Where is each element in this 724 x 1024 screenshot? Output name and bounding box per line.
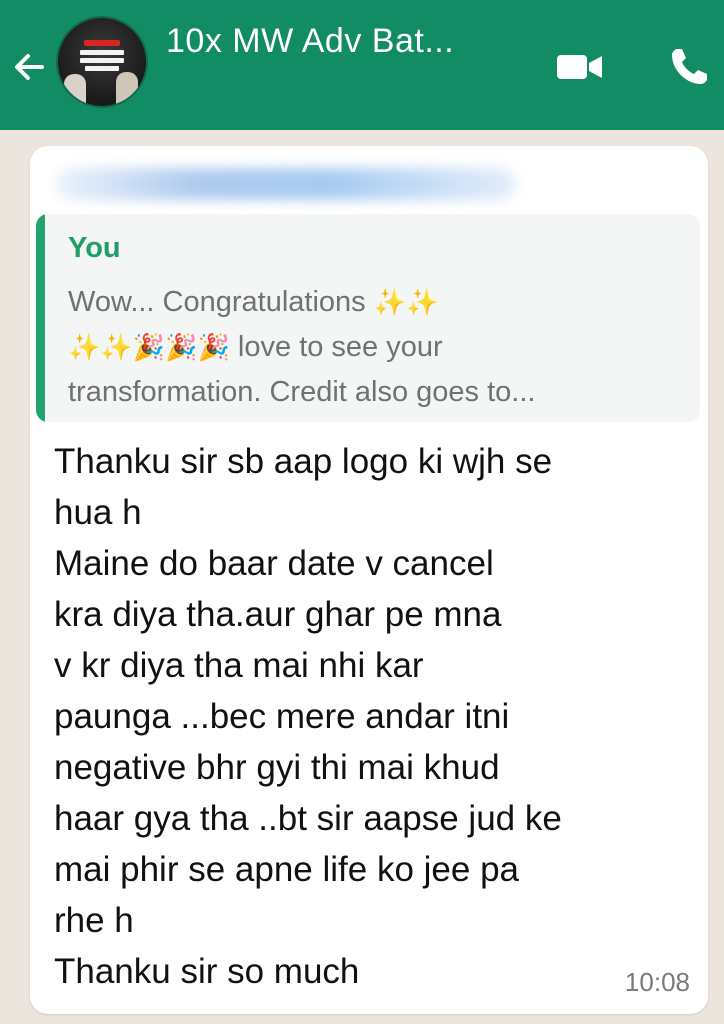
sparkles-icon: ✨ <box>100 332 133 362</box>
message-line: Maine do baar date v cancel <box>54 544 494 583</box>
chat-title[interactable]: 10x MW Adv Bat... <box>166 22 454 61</box>
phone-icon[interactable] <box>668 44 712 88</box>
avatar-brand-line <box>80 50 124 55</box>
party-popper-icon: 🎉 <box>132 332 166 362</box>
message-line: haar gya tha ..bt sir aapse jud ke <box>54 799 562 838</box>
message-line: kra diya tha.aur ghar pe mna <box>54 595 502 634</box>
redacted-sender-name <box>56 168 516 200</box>
quoted-author: You <box>68 232 121 264</box>
message-line: rhe h <box>54 901 134 940</box>
message-text: Thanku sir sb aap logo ki wjh se hua h M… <box>54 436 694 997</box>
message-line: Thanku sir so much <box>54 952 360 991</box>
quoted-text: Wow... Congratulations ✨✨ ✨✨🎉🎉🎉 love to … <box>68 280 688 415</box>
back-arrow-icon[interactable] <box>6 44 52 90</box>
group-avatar[interactable] <box>56 16 148 108</box>
avatar-brand-line <box>80 58 124 63</box>
quoted-message[interactable]: You Wow... Congratulations ✨✨ ✨✨🎉🎉🎉 love… <box>36 214 700 422</box>
message-line: Thanku sir sb aap logo ki wjh se <box>54 442 553 481</box>
message-line: negative bhr gyi thi mai khud <box>54 748 500 787</box>
quoted-line-text: Wow... Congratulations <box>68 286 374 318</box>
quoted-line: ✨✨🎉🎉🎉 love to see your <box>68 325 688 370</box>
avatar-person-left <box>64 74 86 106</box>
sparkles-icon: ✨ <box>68 332 101 362</box>
message-line: mai phir se apne life ko jee pa <box>54 850 519 889</box>
message-timestamp: 10:08 <box>624 967 690 997</box>
quote-accent-bar <box>36 214 45 422</box>
quoted-line-text: love to see your <box>229 331 443 363</box>
message-line: hua h <box>54 493 142 532</box>
message-bubble[interactable]: You Wow... Congratulations ✨✨ ✨✨🎉🎉🎉 love… <box>30 146 708 1014</box>
chat-header: 10x MW Adv Bat... <box>0 0 724 130</box>
party-popper-icon: 🎉 <box>165 332 198 362</box>
video-camera-icon[interactable] <box>556 52 604 82</box>
party-popper-icon: 🎉 <box>197 332 230 362</box>
avatar-brand-mark <box>84 40 120 46</box>
message-line: paunga ...bec mere andar itni <box>54 697 510 736</box>
message-line: v kr diya tha mai nhi kar <box>54 646 424 685</box>
sparkles-icon: ✨ <box>373 287 407 317</box>
quoted-line: transformation. Credit also goes to... <box>68 376 536 408</box>
sparkles-icon: ✨ <box>406 287 439 317</box>
avatar-person-right <box>116 72 138 106</box>
avatar-brand-line <box>85 66 119 71</box>
quoted-line: Wow... Congratulations ✨✨ <box>68 280 688 325</box>
